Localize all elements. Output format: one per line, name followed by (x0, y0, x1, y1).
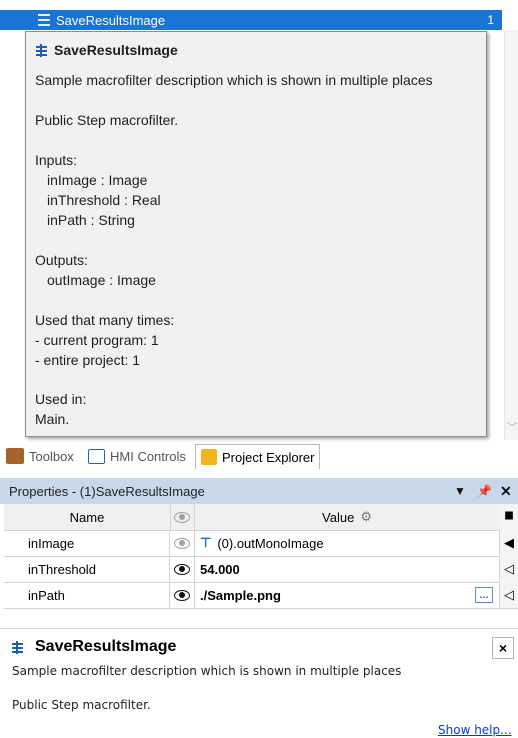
hmi-icon (88, 448, 105, 464)
eye-icon (174, 563, 190, 575)
dropdown-arrow-icon[interactable]: ▼ (454, 484, 466, 498)
project-explorer-icon (201, 449, 217, 465)
value-settings-icon: ⚙ (360, 509, 372, 524)
tooltip-input-item: inThreshold : Real (47, 192, 161, 208)
macrofilter-icon (36, 43, 47, 57)
browse-button[interactable]: … (475, 587, 493, 603)
eye-icon (174, 589, 190, 601)
toolbox-icon (6, 448, 24, 464)
connector-icon[interactable]: ◀ (500, 530, 518, 556)
property-name: inPath (4, 582, 170, 608)
property-name: inImage (4, 530, 170, 556)
property-value[interactable]: ⊤ (0).outMonoImage (194, 530, 500, 556)
tab-label: HMI Controls (110, 448, 186, 464)
properties-title: Properties - (1)SaveResultsImage (9, 483, 205, 499)
eye-icon (174, 511, 190, 523)
help-kind: Public Step macrofilter. (12, 698, 151, 712)
list-item-label: SaveResultsImage (56, 12, 166, 28)
plug-icon: ⯀ (504, 510, 514, 523)
tab-hmi-controls[interactable]: HMI Controls (88, 444, 186, 468)
property-value-text: ./Sample.png (200, 587, 281, 603)
panel-tab-strip: Toolbox HMI Controls Project Explorer (0, 442, 518, 470)
pin-icon[interactable]: 📌 (477, 484, 492, 498)
tooltip-usage-item: - current program: 1 (35, 332, 159, 348)
property-value[interactable]: ./Sample.png … (194, 582, 500, 608)
help-header: SaveResultsImage (12, 638, 176, 656)
tooltip-output-item: outImage : Image (47, 272, 156, 288)
tab-label: Toolbox (29, 448, 74, 464)
tooltip-used-in: Main. (35, 411, 70, 427)
help-description: Sample macrofilter description which is … (12, 664, 402, 678)
tab-label: Project Explorer (222, 449, 315, 465)
column-header-name[interactable]: Name (4, 504, 171, 530)
tooltip-input-item: inPath : String (47, 212, 135, 228)
connector-icon[interactable]: ◁ (500, 556, 518, 582)
property-value[interactable]: 54.000 (194, 556, 500, 582)
column-header-label: Value (322, 509, 355, 525)
eye-icon (174, 537, 190, 549)
macrofilter-icon (38, 14, 50, 26)
tooltip-title: SaveResultsImage (54, 42, 178, 58)
macrofilter-tooltip: SaveResultsImage Sample macrofilter desc… (25, 31, 487, 437)
table-row[interactable]: inThreshold 54.000 ◁ (4, 556, 518, 583)
close-icon[interactable]: ✕ (500, 483, 512, 500)
table-row[interactable]: inImage ⊤ (0).outMonoImage ◀ (4, 530, 518, 557)
output-column-header: ⯀ (500, 504, 518, 530)
visibility-toggle[interactable] (170, 582, 195, 608)
tab-project-explorer[interactable]: Project Explorer (195, 444, 321, 469)
tooltip-input-item: inImage : Image (47, 172, 148, 188)
tooltip-outputs-label: Outputs: (35, 252, 88, 268)
table-row[interactable]: inPath ./Sample.png … ◁ (4, 582, 518, 609)
visibility-column-header[interactable] (170, 504, 195, 530)
tooltip-kind: Public Step macrofilter. (35, 112, 179, 128)
property-name: inThreshold (4, 556, 170, 582)
help-close-button[interactable]: × (492, 637, 514, 659)
tooltip-usage-label: Used that many times: (35, 312, 175, 328)
link-input-icon: ⊤ (200, 535, 212, 550)
usage-count: 1 (487, 13, 494, 27)
visibility-toggle[interactable] (170, 530, 195, 556)
scroll-down-icon[interactable]: ﹀ (507, 419, 517, 434)
show-help-link[interactable]: Show help... (438, 723, 512, 737)
tooltip-used-in-label: Used in: (35, 391, 87, 407)
properties-panel-header: Properties - (1)SaveResultsImage ▼ 📌 ✕ (0, 478, 518, 504)
help-title: SaveResultsImage (35, 638, 177, 655)
list-scrollbar[interactable]: ﹀ (504, 30, 518, 440)
tooltip-header: SaveResultsImage (36, 42, 178, 58)
tooltip-usage-item: - entire project: 1 (35, 352, 141, 368)
tab-toolbox[interactable]: Toolbox (6, 444, 74, 468)
macrofilter-icon (12, 640, 23, 654)
connector-icon[interactable]: ◁ (500, 582, 518, 608)
column-header-value[interactable]: Value ⚙ (194, 504, 501, 530)
divider (0, 628, 518, 629)
property-value-text: (0).outMonoImage (217, 535, 324, 551)
tooltip-inputs-label: Inputs: (35, 152, 78, 168)
grid-header-row: Name Value ⚙ ⯀ (4, 504, 518, 531)
visibility-toggle[interactable] (170, 556, 195, 582)
macrofilter-list-item-selected[interactable]: SaveResultsImage 1 (0, 10, 502, 30)
tooltip-description: Sample macrofilter description which is … (35, 72, 433, 88)
